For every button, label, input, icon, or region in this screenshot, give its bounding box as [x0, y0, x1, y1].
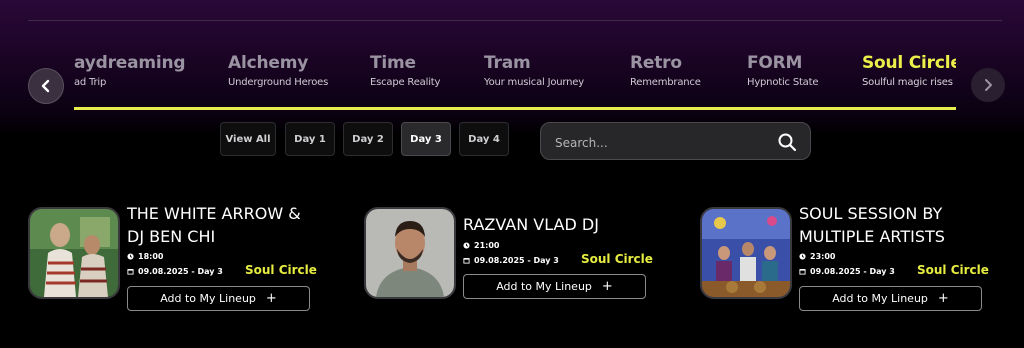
stage-tab-retro[interactable]: Retro Remembrance — [630, 52, 701, 88]
event-date: 09.08.2025 - Day 3 — [463, 256, 559, 265]
calendar-icon — [127, 269, 134, 275]
plus-icon: + — [937, 291, 949, 306]
stage-subtitle: Your musical Journey — [484, 77, 584, 88]
event-title-line2: MULTIPLE ARTISTS — [799, 227, 945, 246]
stage-subtitle: Hypnotic State — [747, 77, 819, 88]
add-to-lineup-label: Add to My Lineup — [496, 280, 592, 293]
artist-photo — [28, 207, 120, 299]
search-box — [540, 122, 811, 160]
stage-name: Retro — [630, 53, 682, 73]
clock-icon — [463, 242, 470, 249]
stage-tab-time[interactable]: Time Escape Reality — [370, 52, 440, 88]
stage-subtitle: Soulful magic rises — [862, 77, 953, 88]
event-date-text: 09.08.2025 - Day 3 — [810, 267, 895, 276]
event-card: THE WHITE ARROW & DJ BEN CHI 18:00 09.08… — [28, 202, 328, 314]
carousel-next-button[interactable] — [971, 68, 1005, 102]
event-title-line2: DJ BEN CHI — [127, 227, 216, 246]
event-card: RAZVAN VLAD DJ 21:00 09.08.2025 - Day 3 … — [364, 202, 664, 314]
plus-icon: + — [265, 291, 277, 306]
stage-name: Soul Circle — [862, 53, 956, 73]
stage-tab-tram[interactable]: Tram Your musical Journey — [484, 52, 584, 88]
filter-day4-button[interactable]: Day 4 — [459, 122, 509, 156]
stage-subtitle: Underground Heroes — [228, 77, 329, 88]
event-date: 09.08.2025 - Day 3 — [127, 267, 223, 276]
search-input[interactable] — [553, 132, 767, 154]
event-stage: Soul Circle — [917, 263, 989, 277]
stage-name: FORM — [747, 53, 803, 73]
stage-name: aydreaming — [74, 53, 186, 73]
add-to-lineup-button[interactable]: Add to My Lineup + — [799, 286, 982, 311]
stage-carousel: aydreaming ad Trip Alchemy Underground H… — [74, 52, 956, 110]
stage-tab-daydreaming[interactable]: aydreaming ad Trip — [74, 52, 186, 88]
filter-day3-button[interactable]: Day 3 — [401, 122, 451, 156]
stage-name: Tram — [484, 53, 531, 73]
clock-icon — [799, 253, 806, 260]
stage-tab-form[interactable]: FORM Hypnotic State — [747, 52, 818, 88]
event-stage: Soul Circle — [245, 263, 317, 277]
artist-photo — [364, 207, 456, 299]
event-stage: Soul Circle — [581, 252, 653, 266]
event-time-text: 23:00 — [810, 252, 836, 261]
stage-tab-alchemy[interactable]: Alchemy Underground Heroes — [228, 52, 328, 88]
event-date-text: 09.08.2025 - Day 3 — [474, 256, 559, 265]
event-title-line1: THE WHITE ARROW & — [127, 204, 301, 223]
header-divider — [28, 20, 1002, 21]
filter-day1-button[interactable]: Day 1 — [285, 122, 335, 156]
stage-name: Time — [370, 53, 416, 73]
event-title-line1: RAZVAN VLAD DJ — [463, 215, 599, 234]
chevron-left-icon — [41, 79, 50, 93]
stage-name: Alchemy — [228, 53, 309, 73]
calendar-icon — [463, 258, 470, 264]
add-to-lineup-button[interactable]: Add to My Lineup + — [463, 274, 646, 299]
event-time: 21:00 — [463, 241, 499, 250]
chevron-right-icon — [985, 79, 992, 91]
stage-subtitle: Remembrance — [630, 77, 701, 88]
event-date-text: 09.08.2025 - Day 3 — [138, 267, 223, 276]
add-to-lineup-button[interactable]: Add to My Lineup + — [127, 286, 310, 311]
calendar-icon — [799, 269, 806, 275]
event-card: SOUL SESSION BY MULTIPLE ARTISTS 23:00 0… — [700, 202, 1000, 314]
search-icon[interactable] — [777, 132, 797, 152]
clock-icon — [127, 253, 134, 260]
artist-photo — [700, 207, 792, 299]
stage-subtitle: Escape Reality — [370, 77, 441, 88]
active-stage-underline — [74, 107, 956, 110]
carousel-prev-button[interactable] — [28, 68, 64, 104]
filter-view-all-button[interactable]: View All — [220, 122, 276, 156]
event-time-text: 21:00 — [474, 241, 500, 250]
event-time-text: 18:00 — [138, 252, 164, 261]
event-date: 09.08.2025 - Day 3 — [799, 267, 895, 276]
plus-icon: + — [601, 279, 613, 294]
filter-day2-button[interactable]: Day 2 — [343, 122, 393, 156]
event-time: 23:00 — [799, 252, 835, 261]
add-to-lineup-label: Add to My Lineup — [832, 292, 928, 305]
event-title-line1: SOUL SESSION BY — [799, 204, 943, 223]
stage-subtitle: ad Trip — [74, 77, 107, 88]
stage-tab-soul-circle[interactable]: Soul Circle Soulful magic rises — [862, 52, 956, 88]
add-to-lineup-label: Add to My Lineup — [160, 292, 256, 305]
event-time: 18:00 — [127, 252, 163, 261]
